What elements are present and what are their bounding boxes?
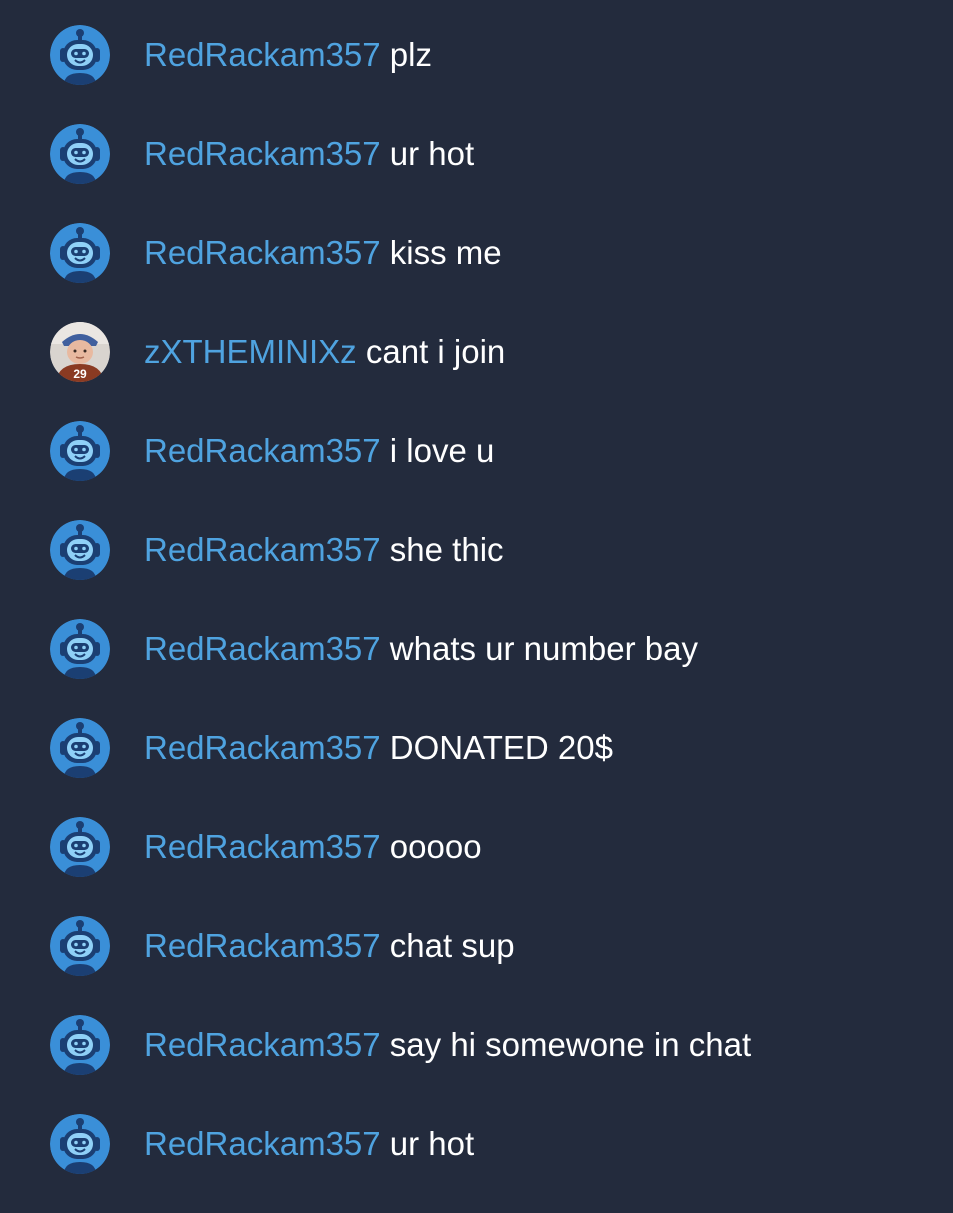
chat-message-text: plz [389,36,432,73]
chat-message-content: zXTHEMINIXz cant i join [144,322,505,382]
robot-avatar-icon[interactable] [50,223,110,283]
chat-message: RedRackam357 plz [0,25,953,124]
chat-message-text: whats ur number bay [389,630,698,667]
chat-message: RedRackam357 kiss me [0,223,953,322]
chat-message: RedRackam357 say hi somewone in chat [0,1015,953,1114]
chat-username[interactable]: RedRackam357 [144,432,381,469]
chat-username[interactable]: RedRackam357 [144,729,381,766]
robot-avatar-icon[interactable] [50,619,110,679]
chat-message: RedRackam357 chat sup [0,916,953,1015]
chat-message-list: RedRackam357 plz RedRackam357 ur hot Red… [0,0,953,1200]
chat-username[interactable]: zXTHEMINIXz [144,333,357,370]
chat-message-text: i love u [389,432,495,469]
user-photo-avatar[interactable]: 29 [50,322,110,382]
robot-avatar-icon[interactable] [50,916,110,976]
chat-message: RedRackam357 i love u [0,421,953,520]
chat-message-content: RedRackam357 whats ur number bay [144,619,698,679]
chat-username[interactable]: RedRackam357 [144,1125,381,1162]
chat-message-content: RedRackam357 chat sup [144,916,515,976]
robot-avatar-icon[interactable] [50,124,110,184]
robot-avatar-icon[interactable] [50,817,110,877]
chat-message: RedRackam357 she thic [0,520,953,619]
chat-message-content: RedRackam357 kiss me [144,223,502,283]
chat-username[interactable]: RedRackam357 [144,927,381,964]
chat-message-content: RedRackam357 DONATED 20$ [144,718,613,778]
chat-username[interactable]: RedRackam357 [144,135,381,172]
chat-message-text: ur hot [389,1125,475,1162]
chat-message-content: RedRackam357 ur hot [144,1114,474,1174]
chat-username[interactable]: RedRackam357 [144,36,381,73]
chat-message-text: say hi somewone in chat [389,1026,752,1063]
chat-message-text: chat sup [389,927,515,964]
chat-message: RedRackam357 ur hot [0,1114,953,1213]
robot-avatar-icon[interactable] [50,421,110,481]
chat-message-text: she thic [389,531,504,568]
chat-message-content: RedRackam357 plz [144,25,432,85]
chat-message-text: DONATED 20$ [389,729,613,766]
robot-avatar-icon[interactable] [50,25,110,85]
chat-message-content: RedRackam357 ur hot [144,124,474,184]
robot-avatar-icon[interactable] [50,718,110,778]
chat-username[interactable]: RedRackam357 [144,828,381,865]
chat-message-text: ooooo [389,828,482,865]
chat-username[interactable]: RedRackam357 [144,531,381,568]
robot-avatar-icon[interactable] [50,1114,110,1174]
chat-message-content: RedRackam357 say hi somewone in chat [144,1015,751,1075]
chat-username[interactable]: RedRackam357 [144,234,381,271]
chat-message: RedRackam357 DONATED 20$ [0,718,953,817]
chat-message-content: RedRackam357 i love u [144,421,494,481]
robot-avatar-icon[interactable] [50,520,110,580]
chat-message: RedRackam357 ur hot [0,124,953,223]
chat-message-text: ur hot [389,135,475,172]
chat-message-text: cant i join [365,333,506,370]
chat-message: RedRackam357 whats ur number bay [0,619,953,718]
chat-message: 29 zXTHEMINIXz cant i join [0,322,953,421]
robot-avatar-icon[interactable] [50,1015,110,1075]
chat-message-text: kiss me [389,234,502,271]
chat-username[interactable]: RedRackam357 [144,1026,381,1063]
chat-message-content: RedRackam357 she thic [144,520,504,580]
chat-message: RedRackam357 ooooo [0,817,953,916]
svg-text:29: 29 [73,367,87,381]
chat-username[interactable]: RedRackam357 [144,630,381,667]
chat-message-content: RedRackam357 ooooo [144,817,482,877]
